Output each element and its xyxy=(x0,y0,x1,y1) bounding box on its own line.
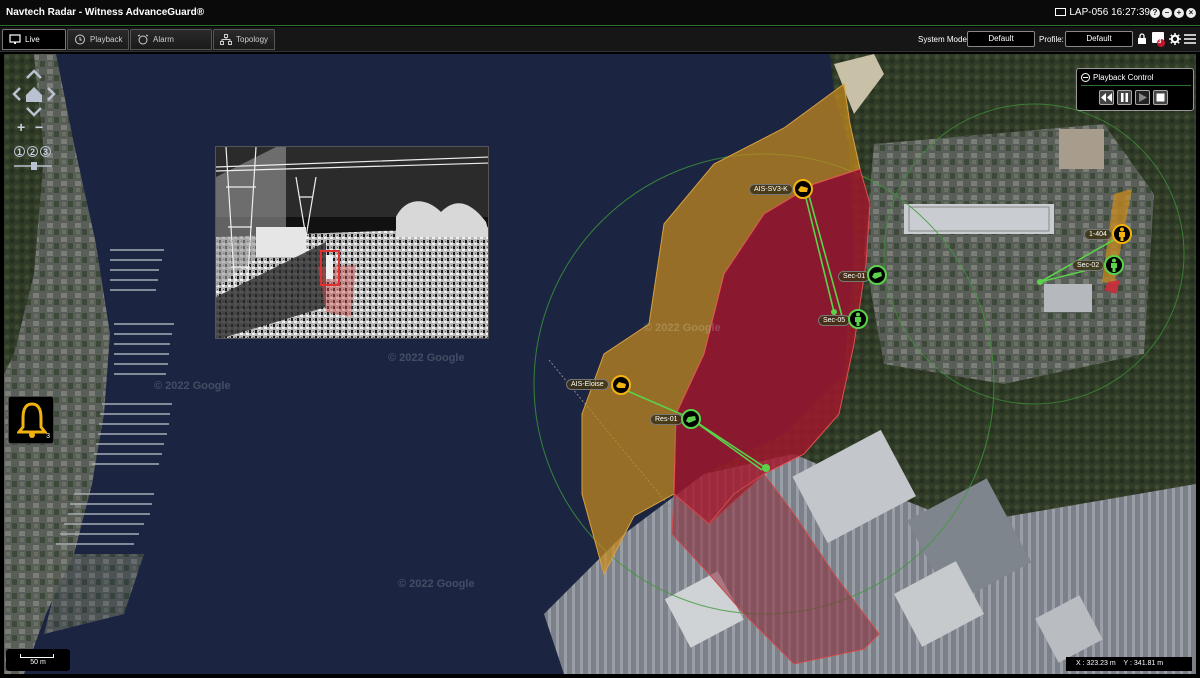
map-view[interactable]: © 2022 Google © 2022 Google © 2022 Googl… xyxy=(4,54,1196,674)
person-icon[interactable] xyxy=(1103,254,1125,276)
stop-button[interactable] xyxy=(1153,90,1168,105)
profile-select[interactable]: Default xyxy=(1065,31,1133,47)
menu-icon[interactable] xyxy=(1184,34,1196,44)
home-icon[interactable] xyxy=(26,87,42,102)
tab-label: Playback xyxy=(90,35,123,44)
map-watermark: © 2022 Google xyxy=(644,322,721,334)
system-mode-select[interactable]: Default xyxy=(967,31,1035,47)
maximize-button[interactable]: + xyxy=(1174,8,1184,18)
thermal-image xyxy=(216,147,488,338)
map-watermark: © 2022 Google xyxy=(398,578,475,590)
clock-icon xyxy=(75,34,85,45)
pan-left-icon[interactable] xyxy=(12,87,21,101)
scale-bar xyxy=(20,654,54,658)
playback-title: Playback Control xyxy=(1093,73,1154,82)
notifications-count: 3 xyxy=(1158,39,1162,45)
close-button[interactable]: × xyxy=(1186,8,1196,18)
monitor-icon xyxy=(1055,8,1067,16)
topology-icon xyxy=(220,34,232,45)
tab-alarm-dashboard[interactable]: Alarm Dashboard xyxy=(130,29,212,63)
ship-icon[interactable] xyxy=(792,178,814,200)
host-name: LAP-056 xyxy=(1069,7,1109,18)
play-button[interactable] xyxy=(1135,90,1150,105)
layer-3-icon[interactable]: 3 xyxy=(40,146,51,157)
clock-time: 16:27:39 xyxy=(1111,7,1150,18)
person-icon[interactable] xyxy=(847,308,869,330)
collapse-icon[interactable] xyxy=(1081,73,1090,82)
alarm-clock-icon xyxy=(137,34,149,45)
main-toolbar: Live Playback Alarm Dashboard Topology S… xyxy=(0,27,1200,63)
person-icon[interactable] xyxy=(1111,223,1133,245)
tab-topology[interactable]: Topology xyxy=(213,29,275,50)
app-title: Navtech Radar - Witness AdvanceGuard® xyxy=(6,7,205,18)
scale-label: 50 m xyxy=(30,659,46,666)
layer-1-icon[interactable]: 1 xyxy=(14,146,25,157)
target-label: 1-404 xyxy=(1084,229,1112,240)
camera-icon[interactable] xyxy=(866,264,888,286)
map-watermark: © 2022 Google xyxy=(388,352,465,364)
system-mode-label: System Mode: xyxy=(918,35,970,44)
profile-label: Profile: xyxy=(1039,35,1064,44)
target-label: Sec-05 xyxy=(818,315,851,326)
tab-label: Live xyxy=(25,35,40,44)
target-label: Sec-02 xyxy=(1072,260,1105,271)
rewind-button[interactable] xyxy=(1099,90,1114,105)
target-label: AIS-SV3-K xyxy=(749,184,793,195)
monitor-icon xyxy=(9,34,21,44)
stop-icon xyxy=(1156,93,1165,102)
zoom-in-icon[interactable]: + xyxy=(17,119,25,135)
pan-right-icon[interactable] xyxy=(47,87,56,101)
target-label: AIS-Eloise xyxy=(566,379,609,390)
ship-icon[interactable] xyxy=(610,374,632,396)
gear-icon[interactable] xyxy=(1169,33,1181,45)
slider-icon[interactable] xyxy=(14,162,52,170)
pause-icon xyxy=(1121,93,1128,102)
satellite-map xyxy=(4,54,1196,674)
play-icon xyxy=(1139,93,1147,102)
rewind-icon xyxy=(1101,93,1112,102)
title-bar: Navtech Radar - Witness AdvanceGuard® LA… xyxy=(0,0,1200,26)
tab-live[interactable]: Live xyxy=(2,29,66,50)
coord-y: Y : 341.81 m xyxy=(1123,660,1164,667)
minimize-button[interactable]: – xyxy=(1162,8,1172,18)
pan-down-icon[interactable] xyxy=(26,107,42,117)
tab-playback[interactable]: Playback xyxy=(67,29,129,50)
cursor-coordinates: X : 323.23 m Y : 341.81 m xyxy=(1066,657,1192,671)
target-label: Res-01 xyxy=(650,414,683,425)
alarm-button[interactable]: 3 xyxy=(8,396,54,444)
zoom-out-icon[interactable]: − xyxy=(35,119,43,135)
tab-label: Topology xyxy=(236,35,269,44)
divider xyxy=(1081,85,1191,86)
pause-button[interactable] xyxy=(1117,90,1132,105)
playback-control: Playback Control xyxy=(1076,68,1194,111)
coord-x: X : 323.23 m xyxy=(1076,660,1116,667)
host-info: LAP-056 16:27:39 xyxy=(1055,7,1150,18)
help-icon[interactable]: ? xyxy=(1150,8,1160,18)
thermal-camera-feed[interactable] xyxy=(215,146,489,339)
pan-up-icon[interactable] xyxy=(26,69,42,79)
map-scale: 50 m xyxy=(6,649,70,671)
layer-2-icon[interactable]: 2 xyxy=(27,146,38,157)
bell-icon xyxy=(17,402,47,438)
camera-icon[interactable] xyxy=(680,408,702,430)
map-watermark: © 2022 Google xyxy=(154,380,231,392)
lock-icon[interactable] xyxy=(1137,33,1147,45)
alarm-count: 3 xyxy=(46,433,50,440)
